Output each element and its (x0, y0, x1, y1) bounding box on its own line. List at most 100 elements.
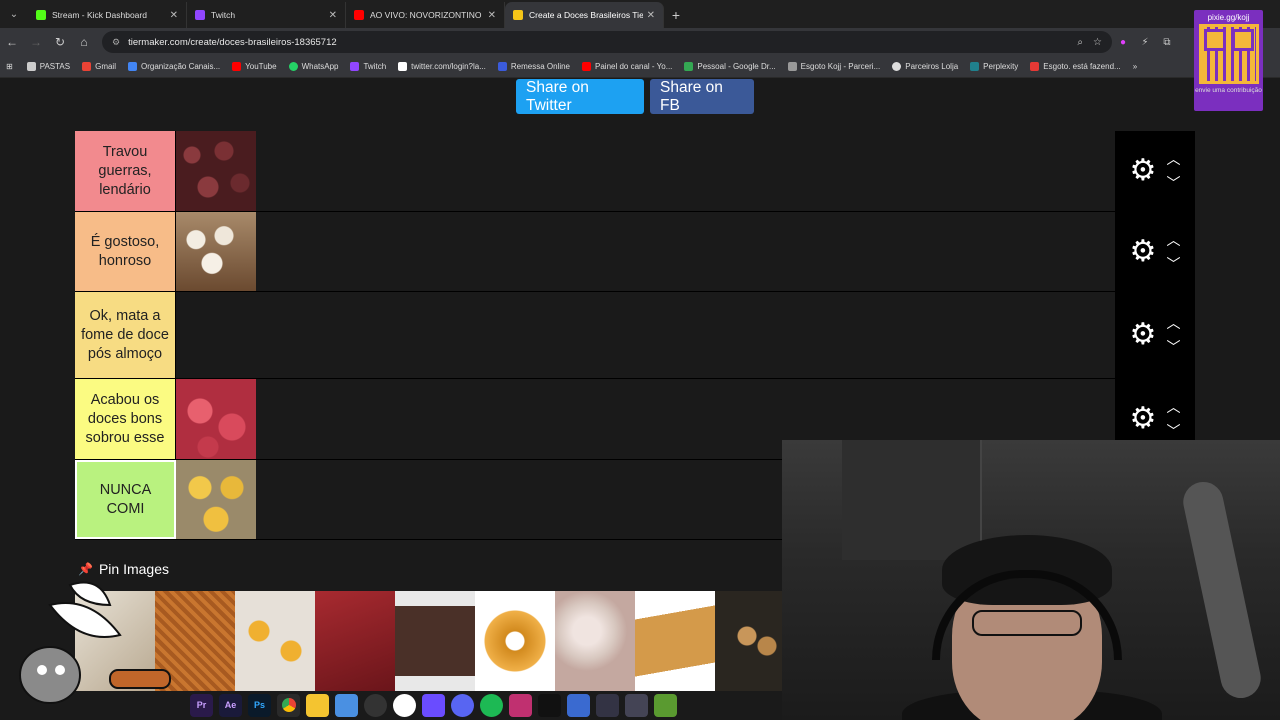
url-text: tiermaker.com/create/doces-brasileiros-1… (128, 36, 337, 48)
share-twitter-button[interactable]: Share on Twitter (516, 79, 644, 114)
app-icon[interactable] (567, 693, 590, 717)
pool-image[interactable] (315, 591, 395, 691)
spotify-icon[interactable] (480, 693, 503, 717)
tab-search-icon[interactable]: ⌄ (0, 0, 28, 28)
pool-image[interactable] (475, 591, 555, 691)
bookmark-label: Pessoal - Google Dr... (697, 62, 776, 71)
qr-code-icon (1198, 24, 1259, 84)
browser-tab-strip: ⌄ Stream - Kick Dashboard ✕ Twitch ✕ AO … (0, 0, 1280, 28)
photoshop-icon[interactable]: Ps (248, 693, 271, 717)
home-icon[interactable]: ⌂ (72, 30, 96, 54)
obs-icon[interactable] (364, 693, 387, 717)
tab-youtube-live[interactable]: AO VIVO: NOVORIZONTINO X ✕ (346, 2, 505, 28)
close-icon[interactable]: ✕ (488, 10, 496, 21)
tier-label[interactable]: Acabou os doces bons sobrou esse (75, 379, 176, 459)
reload-icon[interactable]: ↻ (48, 30, 72, 54)
minecraft-icon[interactable] (654, 693, 677, 717)
bookmark-item[interactable]: Twitch (350, 62, 386, 71)
site-info-icon[interactable]: ⚙ (112, 37, 120, 48)
chevron-down-icon[interactable]: ﹀ (1166, 340, 1180, 354)
whatsapp-icon (288, 62, 298, 71)
tier-label[interactable]: É gostoso, honroso (75, 212, 176, 291)
apps-grid-icon[interactable]: ⊞ (6, 62, 13, 71)
after-effects-icon[interactable]: Ae (219, 693, 242, 717)
share-facebook-button[interactable]: Share on FB (650, 79, 754, 114)
chrome-icon[interactable] (277, 693, 300, 717)
bookmark-item[interactable]: Gmail (82, 62, 116, 71)
discord-icon[interactable] (451, 693, 474, 717)
tier-controls: ⚙ ︿ ﹀ (1115, 212, 1195, 291)
tier-items[interactable] (176, 292, 1115, 378)
qr-subtitle: envie uma contribuição (1195, 87, 1262, 94)
chevron-up-icon[interactable]: ︿ (1166, 152, 1180, 166)
chevron-down-icon[interactable]: ﹀ (1166, 424, 1180, 438)
folder-icon (26, 62, 36, 71)
chevron-up-icon[interactable]: ︿ (1166, 400, 1180, 414)
bookmark-item[interactable]: YouTube (232, 62, 277, 71)
tier-controls: ⚙ ︿ ﹀ (1115, 131, 1195, 211)
chevron-up-icon[interactable]: ︿ (1166, 316, 1180, 330)
app-icon[interactable] (625, 693, 648, 717)
address-bar[interactable]: ⚙ tiermaker.com/create/doces-brasileiros… (102, 31, 1112, 53)
bookmark-item[interactable]: Organização Canais... (127, 62, 220, 71)
bookmark-item[interactable]: Parceiros Lolja (892, 62, 958, 71)
more-bookmarks-icon[interactable]: » (1133, 62, 1137, 71)
new-tab-button[interactable]: + (664, 2, 688, 28)
beijinho-image[interactable] (176, 212, 256, 291)
pool-image[interactable] (395, 591, 475, 691)
close-icon[interactable]: ✕ (329, 10, 337, 21)
back-icon[interactable]: ← (0, 30, 24, 54)
tab-twitch[interactable]: Twitch ✕ (187, 2, 346, 28)
bookmark-item[interactable]: Perplexity (970, 62, 1018, 71)
bookmark-item[interactable]: Esgoto Kojj - Parceri... (787, 62, 880, 71)
app-icon[interactable] (335, 693, 358, 717)
close-icon[interactable]: ✕ (170, 10, 178, 21)
gear-icon[interactable]: ⚙ (1130, 404, 1157, 434)
close-icon[interactable]: ✕ (647, 10, 655, 21)
capcut-icon[interactable] (538, 693, 561, 717)
tier-label[interactable]: Travou guerras, lendário (75, 131, 176, 211)
tier-items[interactable] (176, 131, 1115, 211)
tier-controls: ⚙ ︿ ﹀ (1115, 292, 1195, 378)
bookmark-item[interactable]: Painel do canal - Yo... (582, 62, 672, 71)
bicho-de-pe-image[interactable] (176, 379, 256, 459)
extensions-puzzle-icon[interactable]: ⧉ (1156, 31, 1178, 53)
premiere-icon[interactable]: Pr (190, 693, 213, 717)
extension-icon[interactable]: ● (1112, 31, 1134, 53)
bookmark-item[interactable]: WhatsApp (288, 62, 338, 71)
tab-kick[interactable]: Stream - Kick Dashboard ✕ (28, 2, 187, 28)
app-icon[interactable] (422, 693, 445, 717)
microphone-arm (1179, 478, 1265, 702)
folder-icon[interactable] (306, 693, 329, 717)
bookmark-item[interactable]: Pessoal - Google Dr... (684, 62, 776, 71)
app-icon[interactable] (509, 693, 532, 717)
pool-image[interactable] (555, 591, 635, 691)
audio-icon[interactable] (596, 693, 619, 717)
bookmark-star-icon[interactable]: ☆ (1093, 37, 1102, 48)
tab-tiermaker[interactable]: Create a Doces Brasileiros Tier l ✕ (505, 2, 664, 28)
gear-icon[interactable]: ⚙ (1130, 156, 1157, 186)
app-icon[interactable] (393, 693, 416, 717)
bookmark-item[interactable]: Remessa Online (497, 62, 570, 71)
pool-image[interactable] (635, 591, 715, 691)
extension-icon[interactable]: ⚡ (1134, 31, 1156, 53)
gmail-icon (82, 62, 92, 71)
chevron-down-icon[interactable]: ﹀ (1166, 257, 1180, 271)
chevron-down-icon[interactable]: ﹀ (1166, 176, 1180, 190)
bookmark-item[interactable]: PASTAS (26, 62, 70, 71)
tier-label[interactable]: Ok, mata a fome de doce pós almoço (75, 292, 176, 378)
gear-icon[interactable]: ⚙ (1130, 236, 1157, 267)
zoom-icon[interactable]: ⌕ (1077, 37, 1083, 48)
bookmark-label: Twitch (363, 62, 387, 71)
bookmark-item[interactable]: Esgoto. está fazend... (1030, 62, 1121, 71)
tier-items[interactable] (176, 212, 1115, 291)
brigadeiro-image[interactable] (176, 131, 256, 211)
bookmark-label: Parceiros Lolja (905, 62, 959, 71)
pool-image[interactable] (235, 591, 315, 691)
bookmark-item[interactable]: twitter.com/login?la... (398, 62, 486, 71)
tier-label[interactable]: NUNCA COMI (75, 460, 176, 539)
quindim-image[interactable] (176, 460, 256, 539)
chevron-up-icon[interactable]: ︿ (1166, 233, 1180, 247)
gear-icon[interactable]: ⚙ (1130, 320, 1157, 350)
forward-icon[interactable]: → (24, 30, 48, 54)
